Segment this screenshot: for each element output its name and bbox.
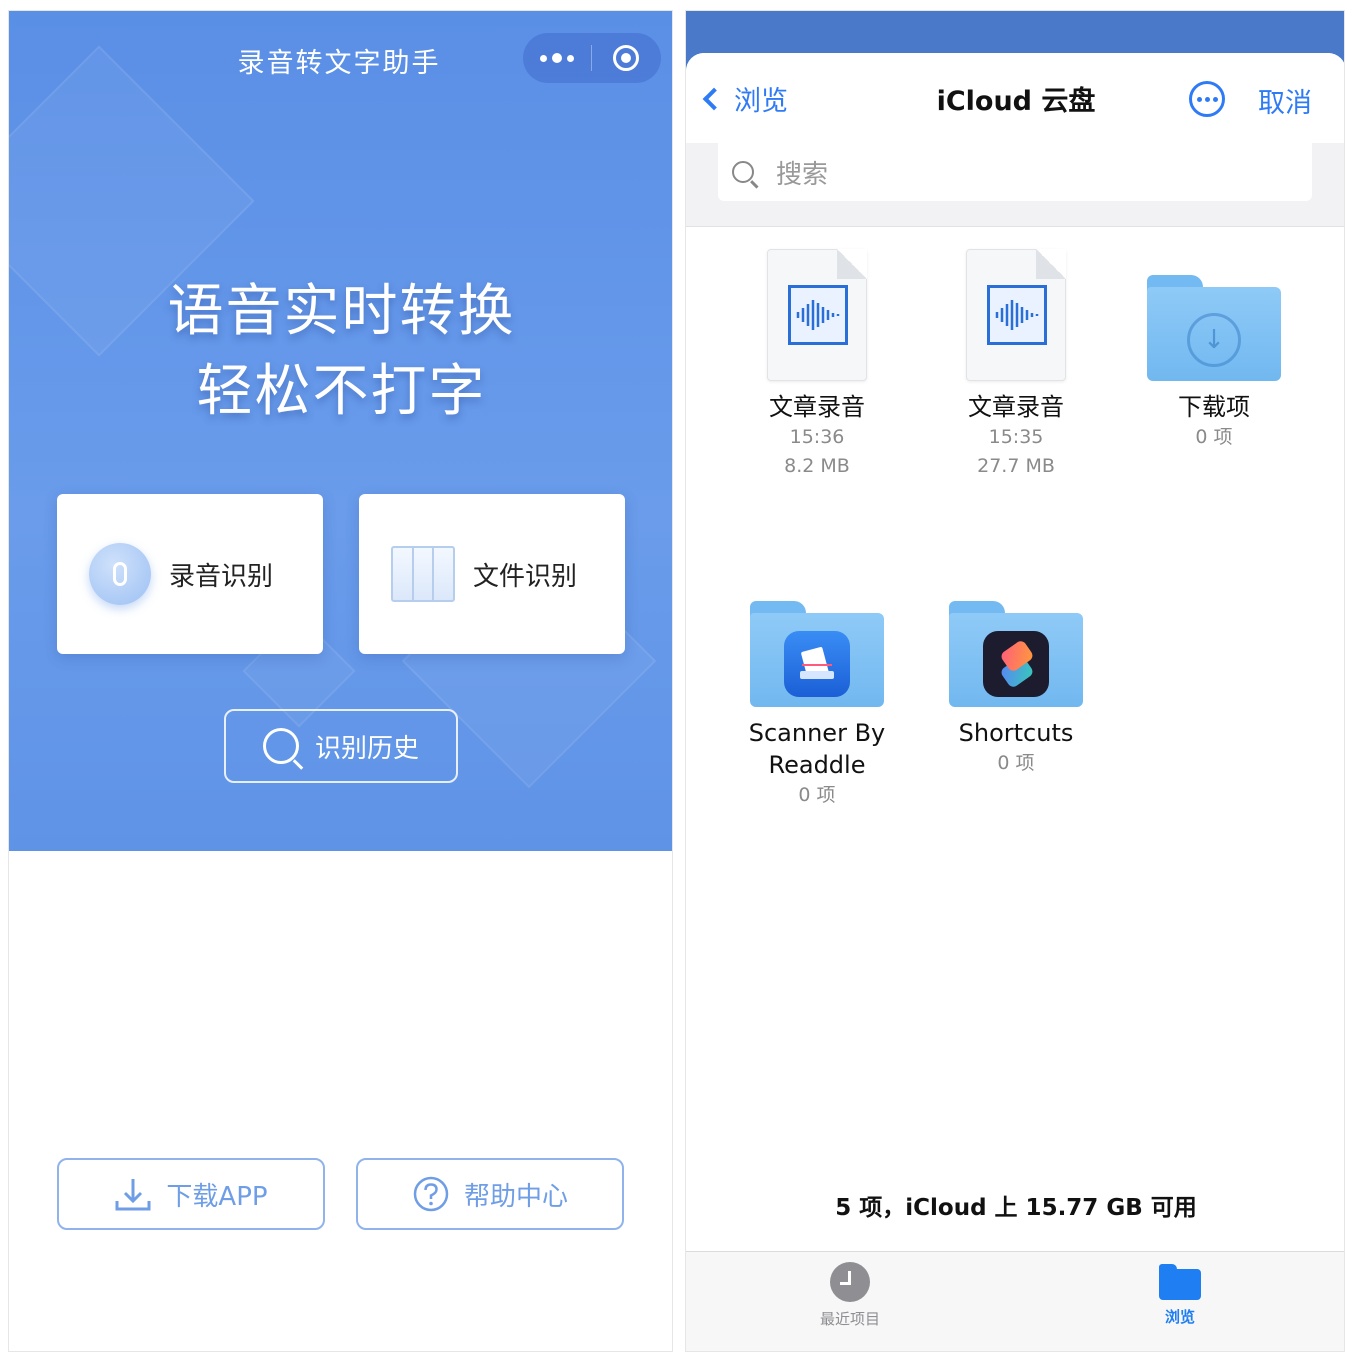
app-folder-icon [949, 601, 1083, 707]
tab-browse-label: 浏览 [1164, 1308, 1195, 1326]
hero-banner: 录音转文字助手 语音实时转换 轻松不打字 录音识别 文件识别 识别历史 [9, 11, 672, 851]
screenshot-root: 录音转文字助手 语音实时转换 轻松不打字 录音识别 文件识别 识别历史 下载AP… [0, 0, 1352, 1362]
browse-back-button[interactable]: 浏览 [702, 79, 788, 118]
clock-icon [830, 1262, 870, 1302]
download-app-label: 下载APP [166, 1181, 268, 1212]
help-center-label: 帮助中心 [463, 1181, 568, 1212]
file-item-audio-2[interactable]: 文章录音 15:35 27.7 MB [916, 249, 1116, 481]
search-bar-area: 搜索 [686, 143, 1344, 227]
waveform-icon [788, 285, 848, 345]
more-options-icon[interactable] [523, 33, 591, 83]
file-size: 27.7 MB [977, 455, 1055, 477]
browse-back-label: 浏览 [734, 86, 788, 117]
file-recognition-label: 文件识别 [473, 561, 578, 592]
mini-program-title: 录音转文字助手 [237, 48, 441, 79]
folder-name: 下载项 [1178, 393, 1250, 421]
file-columns-icon [391, 546, 455, 602]
tab-recents[interactable]: 最近项目 [770, 1262, 930, 1329]
headline-line-1: 语音实时转换 [167, 279, 516, 344]
chevron-left-icon [702, 87, 726, 110]
downloads-folder-icon: ↓ [1147, 275, 1281, 381]
folder-item-scanner[interactable]: Scanner By Readdle 0 项 [717, 601, 917, 810]
record-recognition-card[interactable]: 录音识别 [57, 494, 323, 654]
capsule-menu [523, 33, 661, 83]
file-recognition-card[interactable]: 文件识别 [359, 494, 625, 654]
folder-count: 0 项 [798, 784, 836, 806]
folder-name-line-1: Scanner By [748, 719, 886, 747]
tab-browse[interactable]: 浏览 [1100, 1262, 1260, 1327]
audio-file-icon [966, 249, 1066, 381]
file-time: 15:35 [988, 426, 1044, 448]
download-app-button[interactable]: 下载APP [57, 1158, 325, 1230]
folder-name: Shortcuts [958, 719, 1074, 747]
search-placeholder: 搜索 [776, 159, 829, 190]
folder-count: 0 项 [997, 752, 1035, 774]
file-name: 文章录音 [769, 393, 865, 421]
storage-summary: 5 项，iCloud 上 15.77 GB 可用 [835, 1195, 1197, 1221]
more-circle-icon[interactable] [1189, 81, 1225, 117]
folder-item-downloads[interactable]: ↓ 下载项 0 项 [1114, 275, 1314, 452]
tab-recents-label: 最近项目 [819, 1310, 880, 1328]
folder-count: 0 项 [1195, 426, 1233, 448]
tab-bar: 最近项目 浏览 [686, 1251, 1344, 1351]
headline-line-2: 轻松不打字 [196, 359, 487, 424]
scanner-app-icon [784, 631, 850, 697]
help-center-button[interactable]: 帮助中心 [356, 1158, 624, 1230]
close-mini-program-icon[interactable] [592, 33, 660, 83]
folder-item-shortcuts[interactable]: Shortcuts 0 项 [916, 601, 1116, 778]
file-time: 15:36 [789, 426, 845, 448]
recognition-history-button[interactable]: 识别历史 [224, 709, 458, 783]
audio-file-icon [767, 249, 867, 381]
search-icon [262, 728, 299, 764]
waveform-icon [987, 285, 1047, 345]
icloud-picker-panel: 浏览 iCloud 云盘 取消 搜索 文章录音 15:36 8.2 MB 文章录… [685, 10, 1345, 1352]
download-icon [115, 1179, 151, 1211]
help-icon [413, 1176, 449, 1212]
cancel-button[interactable]: 取消 [1258, 81, 1312, 120]
app-folder-icon [750, 601, 884, 707]
page-title: iCloud 云盘 [936, 86, 1096, 117]
shortcuts-app-icon [983, 631, 1049, 697]
file-item-audio-1[interactable]: 文章录音 15:36 8.2 MB [717, 249, 917, 481]
file-size: 8.2 MB [784, 455, 850, 477]
microphone-icon [89, 543, 151, 605]
folder-icon [1159, 1264, 1201, 1300]
search-input[interactable]: 搜索 [718, 143, 1312, 201]
mini-program-panel: 录音转文字助手 语音实时转换 轻松不打字 录音识别 文件识别 识别历史 下载AP… [8, 10, 673, 1352]
search-icon [732, 161, 754, 183]
record-recognition-label: 录音识别 [169, 561, 274, 592]
recognition-history-label: 识别历史 [314, 733, 419, 764]
download-arrow-icon: ↓ [1187, 313, 1241, 367]
navigation-bar: 浏览 iCloud 云盘 取消 [686, 53, 1344, 143]
file-picker-sheet: 浏览 iCloud 云盘 取消 搜索 文章录音 15:36 8.2 MB 文章录… [686, 53, 1344, 1351]
file-name: 文章录音 [968, 393, 1064, 421]
folder-name-line-2: Readdle [768, 751, 866, 779]
